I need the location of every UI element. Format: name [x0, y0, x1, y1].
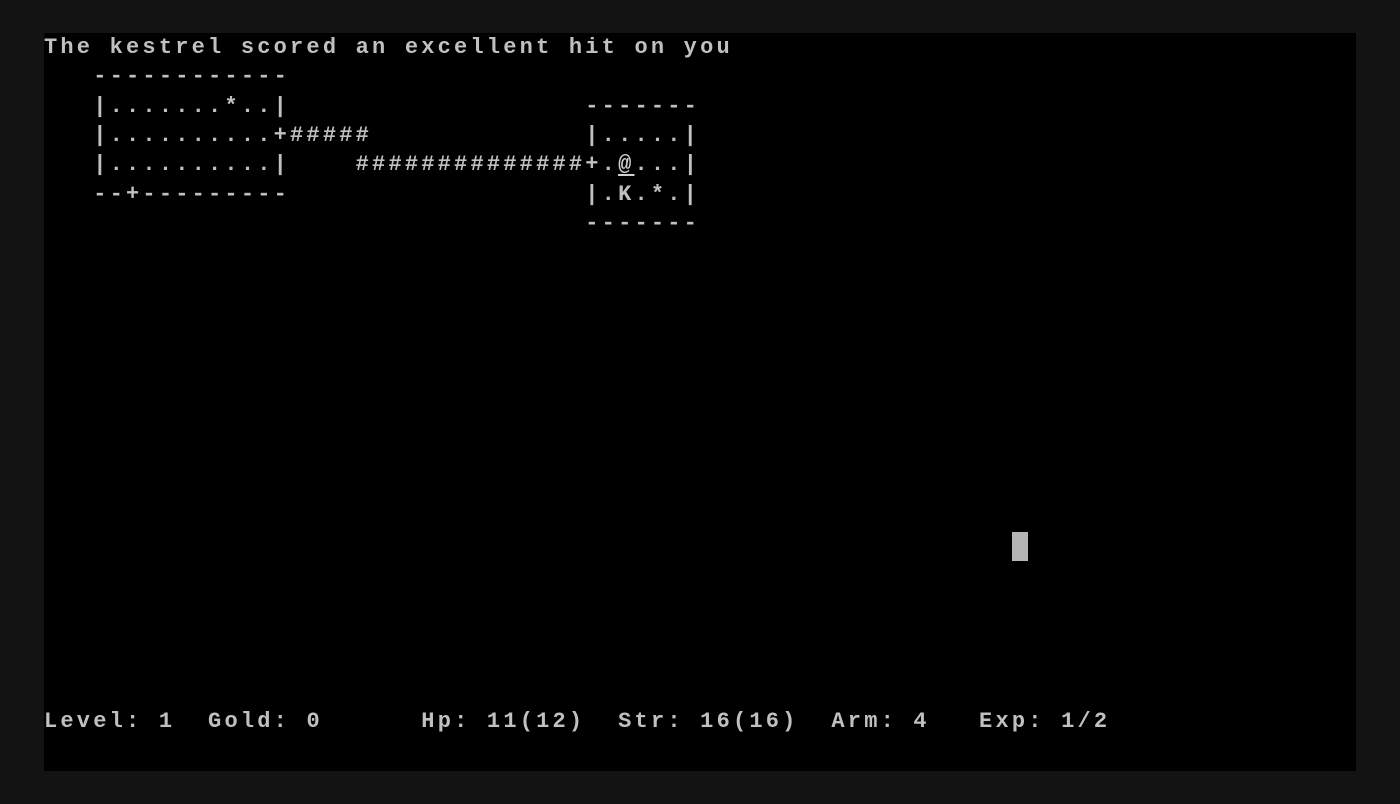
- map-row: --+--------- |.K.*.|: [44, 181, 701, 207]
- str-label: Str:: [618, 708, 684, 734]
- str-value: 16(16): [700, 708, 799, 734]
- arm-label: Arm:: [831, 708, 898, 734]
- map-row: -------: [44, 210, 701, 236]
- map-row: |..........| ##############+.@...|: [44, 150, 700, 179]
- gold-label: Gold:: [208, 708, 291, 734]
- map-row: |.......*..| -------: [44, 93, 701, 119]
- level-label: Level:: [44, 708, 143, 734]
- level-value: 1: [158, 708, 176, 734]
- arm-value: 4: [913, 708, 930, 734]
- exp-label: Exp:: [979, 708, 1045, 734]
- map-row: |..........+##### |.....|: [44, 122, 701, 148]
- player-character: @: [618, 152, 635, 178]
- terminal-screen[interactable]: The kestrel scored an excellent hit on y…: [44, 33, 1356, 771]
- exp-value: 1/2: [1061, 708, 1111, 734]
- gold-value: 0: [306, 708, 323, 734]
- message-line: The kestrel scored an excellent hit on y…: [44, 35, 733, 60]
- hp-label: Hp:: [421, 708, 471, 734]
- map-row-suffix: ...|: [634, 152, 701, 178]
- map-row-prefix: |..........| ##############+.: [44, 152, 619, 178]
- hp-value: 11(12): [486, 708, 586, 734]
- text-cursor: [1011, 532, 1028, 562]
- status-line: Level: 1 Gold: 0 Hp: 11(12) Str: 16(16) …: [44, 707, 1110, 736]
- map-row: ------------: [44, 64, 291, 90]
